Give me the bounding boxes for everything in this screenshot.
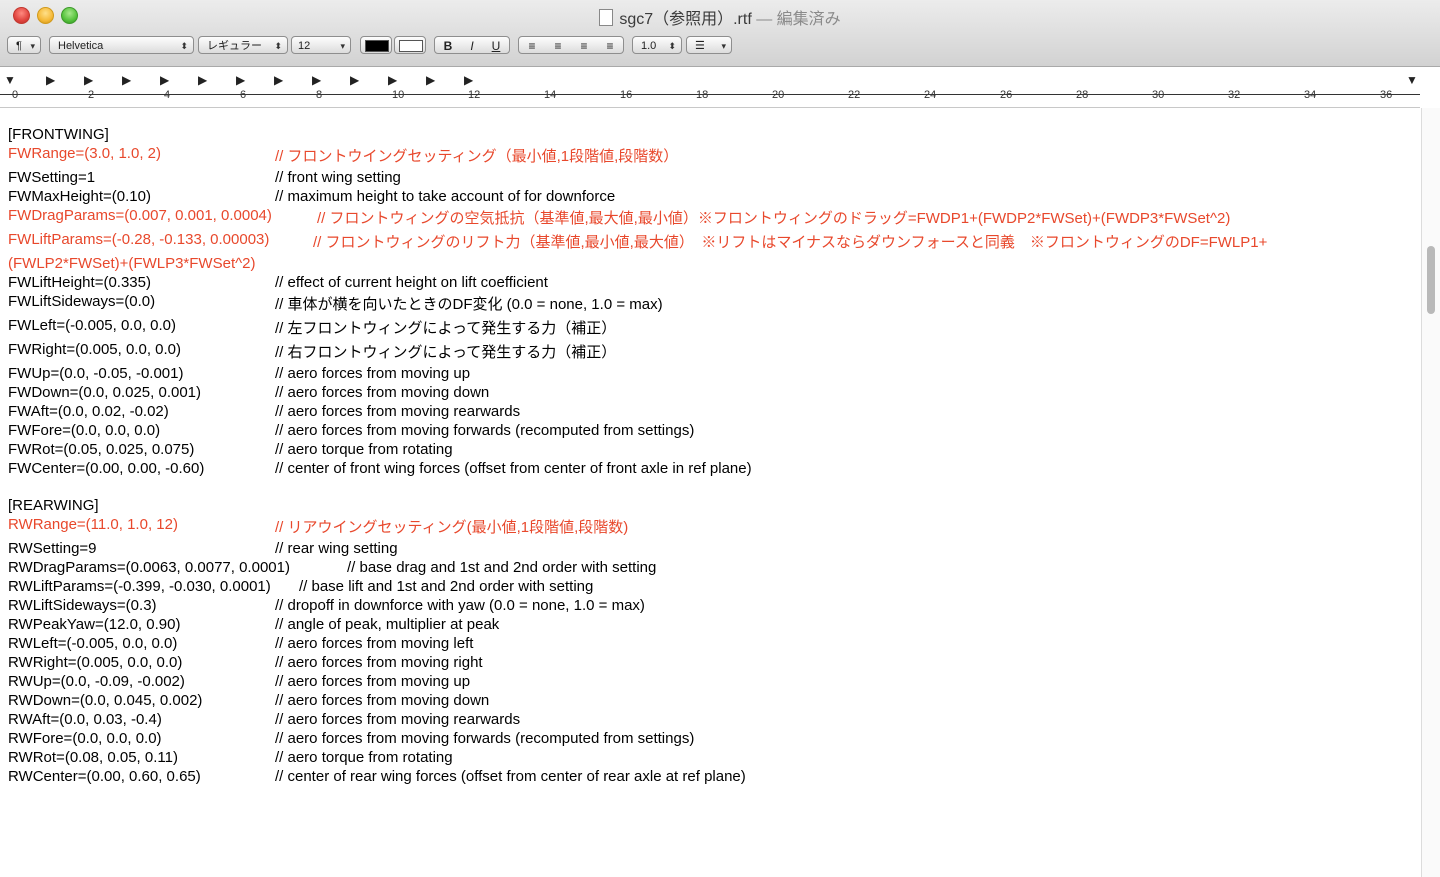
ruler-label: 28 — [1076, 89, 1089, 101]
list-bullets-menu[interactable]: ☰ ▾ — [686, 36, 732, 54]
doc-line: RWFore=(0.0, 0.0, 0.0)// aero forces fro… — [8, 730, 695, 747]
tab-stop-icon[interactable]: ▶ — [388, 73, 397, 87]
tab-stop-icon[interactable]: ▶ — [198, 73, 207, 87]
ruler-baseline — [0, 94, 1420, 95]
doc-line: FWLiftParams=(-0.28, -0.133, 0.00003)// … — [8, 231, 1268, 251]
doc-line: FWLiftSideways=(0.0)// 車体が横を向いたときのDF変化 (… — [8, 293, 663, 313]
doc-line: RWRight=(0.005, 0.0, 0.0)// aero forces … — [8, 654, 483, 671]
doc-line: FWRange=(3.0, 1.0, 2)// フロントウイングセッティング（最… — [8, 145, 679, 165]
ruler-label: 10 — [392, 89, 405, 101]
tab-stop-icon[interactable]: ▶ — [236, 73, 245, 87]
ruler-label: 4 — [164, 89, 171, 101]
tab-stop-icon[interactable]: ▶ — [312, 73, 321, 87]
ruler-label: 0 — [12, 89, 19, 101]
text-style-group: B I U — [434, 36, 510, 54]
doc-line: FWLeft=(-0.005, 0.0, 0.0)// 左フロントウィングによっ… — [8, 317, 617, 337]
ruler-label: 6 — [240, 89, 247, 101]
doc-line: FWUp=(0.0, -0.05, -0.001)// aero forces … — [8, 365, 471, 382]
ruler-label: 32 — [1228, 89, 1241, 101]
window-title: sgc7（参照用）.rtf — 編集済み — [0, 5, 1440, 29]
bold-button[interactable]: B — [437, 37, 459, 55]
indent-marker-icon[interactable]: ▼ — [4, 73, 16, 87]
doc-line: FWLiftHeight=(0.335)// effect of current… — [8, 274, 548, 291]
alignment-group: ≡ ≡ ≡ ≡ — [518, 36, 624, 54]
ruler-label: 24 — [924, 89, 937, 101]
doc-line: FWFore=(0.0, 0.0, 0.0)// aero forces fro… — [8, 422, 695, 439]
text-color-well[interactable] — [360, 36, 392, 54]
text-color-swatch — [365, 40, 389, 52]
paragraph-style-menu[interactable]: ¶ ▾ — [7, 36, 41, 54]
doc-line: RWCenter=(0.00, 0.60, 0.65)// center of … — [8, 768, 746, 785]
italic-button[interactable]: I — [461, 37, 483, 55]
doc-line: FWRight=(0.005, 0.0, 0.0)// 右フロントウィングによっ… — [8, 341, 617, 361]
align-center-icon[interactable]: ≡ — [547, 37, 569, 55]
ruler-label: 30 — [1152, 89, 1165, 101]
doc-line: RWPeakYaw=(12.0, 0.90)// angle of peak, … — [8, 616, 500, 633]
ruler-label: 2 — [88, 89, 95, 101]
tab-stop-icon[interactable]: ▶ — [46, 73, 55, 87]
align-right-icon[interactable]: ≡ — [573, 37, 595, 55]
tab-stop-icon[interactable]: ▶ — [160, 73, 169, 87]
doc-line: RWSetting=9// rear wing setting — [8, 540, 398, 557]
doc-line: RWUp=(0.0, -0.09, -0.002)// aero forces … — [8, 673, 471, 690]
doc-line: RWRange=(11.0, 1.0, 12)// リアウイングセッティング(最… — [8, 516, 629, 536]
doc-line: FWRot=(0.05, 0.025, 0.075)// aero torque… — [8, 441, 453, 458]
doc-line: FWDragParams=(0.007, 0.001, 0.0004)// フロ… — [8, 207, 1231, 227]
right-margin-marker-icon[interactable]: ▼ — [1406, 73, 1418, 87]
doc-line: RWLeft=(-0.005, 0.0, 0.0)// aero forces … — [8, 635, 474, 652]
document-text-area[interactable]: [FRONTWING] FWRange=(3.0, 1.0, 2)// フロント… — [0, 108, 1421, 877]
doc-line: FWMaxHeight=(0.10)// maximum height to t… — [8, 188, 616, 205]
ruler-label: 14 — [544, 89, 557, 101]
doc-line: RWAft=(0.0, 0.03, -0.4)// aero forces fr… — [8, 711, 521, 728]
doc-line: (FWLP2*FWSet)+(FWLP3*FWSet^2) — [8, 255, 256, 272]
doc-line: FWDown=(0.0, 0.025, 0.001)// aero forces… — [8, 384, 490, 401]
ruler-label: 36 — [1380, 89, 1393, 101]
tab-stop-icon[interactable]: ▶ — [426, 73, 435, 87]
ruler-label: 34 — [1304, 89, 1317, 101]
doc-line: FWCenter=(0.00, 0.00, -0.60)// center of… — [8, 460, 752, 477]
ruler-label: 26 — [1000, 89, 1013, 101]
doc-line: RWDown=(0.0, 0.045, 0.002)// aero forces… — [8, 692, 490, 709]
font-size-field[interactable]: 12 ▾ — [291, 36, 351, 54]
scrollbar-thumb[interactable] — [1427, 246, 1435, 314]
tab-stop-icon[interactable]: ▶ — [350, 73, 359, 87]
highlight-color-swatch — [399, 40, 423, 52]
ruler[interactable]: ▼ ▶ ▶ ▶ ▶ ▶ ▶ ▶ ▶ ▶ ▶ ▶ ▶ ▼ 0 2 4 6 8 10… — [0, 67, 1420, 108]
title-toolbar: sgc7（参照用）.rtf — 編集済み ¶ ▾ Helvetica ⬍ レギュラー… — [0, 0, 1440, 67]
document-icon — [599, 9, 614, 26]
ruler-label: 18 — [696, 89, 709, 101]
ruler-label: 20 — [772, 89, 785, 101]
document-name: sgc7（参照用）.rtf — [619, 11, 752, 28]
section-header-frontwing: [FRONTWING] — [8, 126, 109, 143]
doc-line: RWDragParams=(0.0063, 0.0077, 0.0001)// … — [8, 559, 657, 576]
highlight-color-well[interactable] — [394, 36, 426, 54]
doc-line: RWRot=(0.08, 0.05, 0.11)// aero torque f… — [8, 749, 453, 766]
line-spacing-select[interactable]: 1.0 ⬍ — [632, 36, 682, 54]
edited-status: — 編集済み — [756, 11, 841, 28]
textedit-window: sgc7（参照用）.rtf — 編集済み ¶ ▾ Helvetica ⬍ レギュラー… — [0, 0, 1440, 877]
format-bar: ¶ ▾ Helvetica ⬍ レギュラー ⬍ 12 ▾ B I U ≡ ≡ ≡ ≡ 1… — [0, 36, 1440, 56]
tab-stop-icon[interactable]: ▶ — [274, 73, 283, 87]
ruler-label: 12 — [468, 89, 481, 101]
doc-line: FWAft=(0.0, 0.02, -0.02)// aero forces f… — [8, 403, 521, 420]
doc-line: FWSetting=1// front wing setting — [8, 169, 401, 186]
align-left-icon[interactable]: ≡ — [521, 37, 543, 55]
ruler-label: 8 — [316, 89, 323, 101]
ruler-label: 16 — [620, 89, 633, 101]
doc-line: RWLiftSideways=(0.3)// dropoff in downfo… — [8, 597, 645, 614]
ruler-label: 22 — [848, 89, 861, 101]
tab-stop-icon[interactable]: ▶ — [464, 73, 473, 87]
vertical-scrollbar[interactable] — [1421, 108, 1440, 877]
font-style-select[interactable]: レギュラー ⬍ — [198, 36, 288, 54]
tab-stop-icon[interactable]: ▶ — [84, 73, 93, 87]
section-header-rearwing: [REARWING] — [8, 497, 99, 514]
justify-icon[interactable]: ≡ — [599, 37, 621, 55]
tab-stop-icon[interactable]: ▶ — [122, 73, 131, 87]
doc-line: RWLiftParams=(-0.399, -0.030, 0.0001)// … — [8, 578, 594, 595]
font-family-select[interactable]: Helvetica ⬍ — [49, 36, 194, 54]
underline-button[interactable]: U — [485, 37, 507, 55]
